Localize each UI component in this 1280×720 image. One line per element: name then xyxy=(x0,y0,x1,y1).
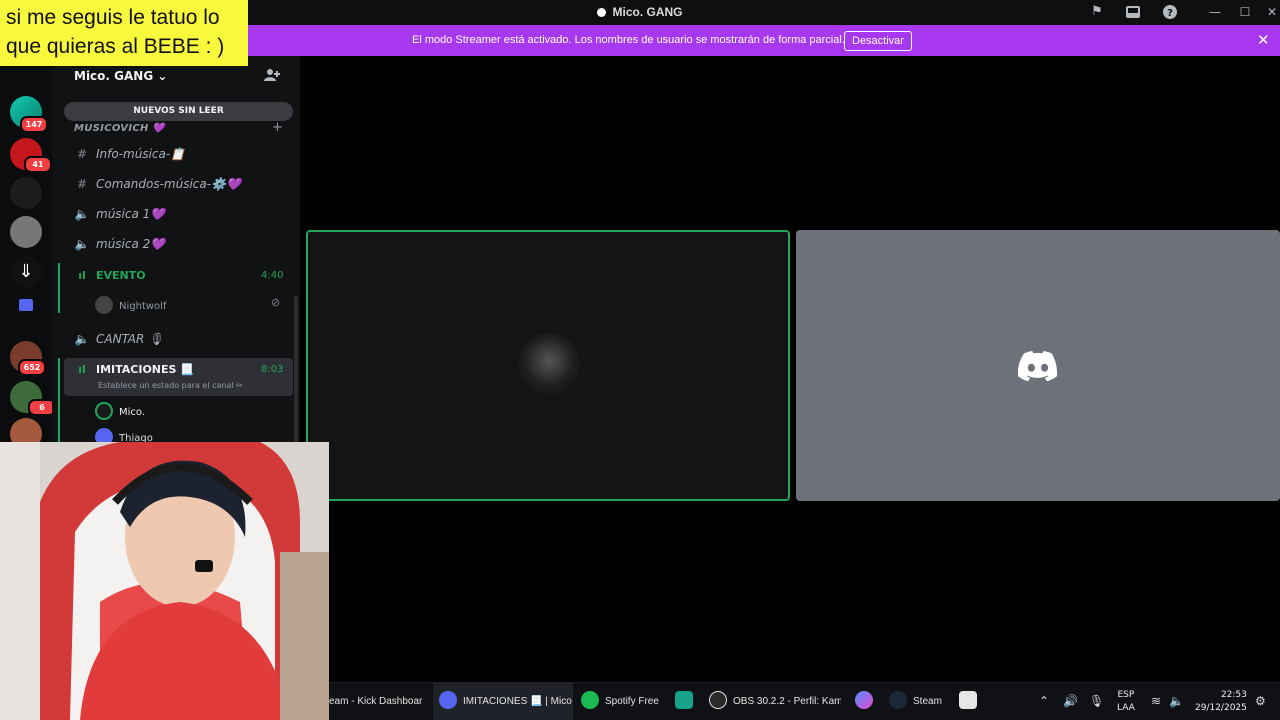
voice-timer: 8:03 xyxy=(261,364,284,375)
taskbar-app-generic[interactable] xyxy=(675,683,699,720)
language-indicator[interactable]: ESP LAA xyxy=(1117,689,1135,715)
voice-timer: 4:40 xyxy=(261,270,284,281)
speaker-icon: 🔈 xyxy=(74,237,90,251)
voice-active-icon: ıl xyxy=(78,363,86,376)
add-channel-icon[interactable]: + xyxy=(272,120,283,135)
channel-sidebar: Mico. GANG ⌄ NUEVOS SIN LEER MUSICOVICH … xyxy=(52,56,300,442)
voice-user-mico[interactable]: Mico. xyxy=(95,402,145,420)
flag-icon[interactable]: ⚑ xyxy=(1089,4,1105,20)
taskbar-app-obs[interactable]: OBS 30.2.2 - Perfil: Kam xyxy=(709,683,841,720)
microphone-icon[interactable]: 🎙 xyxy=(1089,694,1104,708)
steam-icon xyxy=(889,691,907,709)
channel-info-musica[interactable]: # Info-música-📋 xyxy=(74,147,185,169)
notification-icon[interactable]: ⚙ xyxy=(1255,694,1266,708)
channel-evento[interactable]: ıl EVENTO xyxy=(74,269,145,291)
taskbar-app-copilot[interactable] xyxy=(855,683,879,720)
chevron-down-icon: ⌄ xyxy=(157,69,168,83)
voice-user-thiago[interactable]: Thiago xyxy=(95,428,153,442)
voice-connector-line xyxy=(58,358,60,442)
chevron-up-icon[interactable]: ⌃ xyxy=(1039,694,1049,708)
spotify-icon xyxy=(581,691,599,709)
video-tile-thiago[interactable] xyxy=(796,230,1280,501)
server-icon xyxy=(597,8,607,17)
discord-logo-icon xyxy=(1018,351,1058,381)
overlay-line-2: que quieras al BEBE : ) xyxy=(6,35,225,58)
hash-icon: # xyxy=(76,177,88,191)
category-musicovich[interactable]: MUSICOVICH 💜 xyxy=(74,123,165,134)
maximize-icon[interactable]: ☐ xyxy=(1235,3,1255,21)
taskbar-app-capcut[interactable] xyxy=(959,683,983,720)
volume-icon[interactable]: 🔊 xyxy=(1063,694,1078,708)
hash-icon: # xyxy=(76,147,88,161)
obs-icon xyxy=(709,691,727,709)
taskbar-app-kick[interactable]: eam - Kick Dashboar xyxy=(329,683,425,720)
channel-cantar[interactable]: 🔈 CANTAR 🎙 xyxy=(74,332,164,354)
stream-overlay-text: si me seguis le tatuo lo que quieras al … xyxy=(0,0,248,66)
close-icon[interactable]: ✕ xyxy=(1257,31,1270,49)
avatar xyxy=(518,333,580,395)
avatar xyxy=(95,428,113,442)
speaker-icon: 🔈 xyxy=(74,207,90,221)
voice-active-icon: ıl xyxy=(78,269,86,282)
channel-musica-1[interactable]: 🔈 música 1💜 xyxy=(74,207,166,229)
muted-icon: ⊘ xyxy=(271,296,281,309)
add-user-icon[interactable] xyxy=(264,68,280,86)
close-window-icon[interactable]: ✕ xyxy=(1262,3,1280,21)
avatar xyxy=(95,402,113,420)
webcam-image xyxy=(0,442,329,720)
badge-count: 652 xyxy=(18,359,46,376)
server-name-header[interactable]: Mico. GANG ⌄ xyxy=(74,69,167,83)
streamer-mode-message: El modo Streamer está activado. Los nomb… xyxy=(412,34,845,46)
svg-text:?: ? xyxy=(1167,8,1173,19)
folder-icon[interactable] xyxy=(19,299,33,311)
voice-connector-line xyxy=(58,263,60,313)
badge-count: 41 xyxy=(24,156,52,173)
taskbar-app-spotify[interactable]: Spotify Free xyxy=(581,683,659,720)
webcam-feed xyxy=(0,442,329,720)
app-icon xyxy=(675,691,693,709)
sidebar-scrollbar[interactable] xyxy=(294,296,298,442)
discord-icon xyxy=(439,691,457,709)
channel-status-hint[interactable]: Establece un estado para el canal ✏ xyxy=(98,381,243,390)
server-icon-3[interactable] xyxy=(10,177,42,209)
channel-musica-2[interactable]: 🔈 música 2💜 xyxy=(74,237,166,259)
system-clock[interactable]: 22:53 29/12/2025 xyxy=(1195,689,1247,715)
speaker-icon: 🔈 xyxy=(74,332,90,346)
taskbar-app-steam[interactable]: Steam xyxy=(889,683,942,720)
wifi-icon[interactable]: ≋ xyxy=(1151,694,1161,708)
capcut-icon xyxy=(959,691,977,709)
download-icon[interactable]: ⇓ xyxy=(10,256,42,288)
copilot-icon xyxy=(855,691,873,709)
taskbar-app-discord[interactable]: IMITACIONES 📃 | Mico xyxy=(433,683,573,720)
avatar xyxy=(95,296,113,314)
voice-user-nightwolf[interactable]: Nightwolf xyxy=(95,296,166,314)
inbox-icon[interactable] xyxy=(1125,4,1141,20)
new-unread-pill[interactable]: NUEVOS SIN LEER xyxy=(64,102,293,121)
channel-comandos-musica[interactable]: # Comandos-música-⚙️💜 xyxy=(74,177,241,199)
server-icon-4[interactable] xyxy=(10,216,42,248)
deactivate-button[interactable]: Desactivar xyxy=(844,31,912,51)
speaker-icon[interactable]: 🔈 xyxy=(1169,694,1184,708)
windows-taskbar: eam - Kick Dashboar IMITACIONES 📃 | Mico… xyxy=(329,682,1280,720)
video-tile-mico[interactable] xyxy=(306,230,790,501)
minimize-icon[interactable]: — xyxy=(1205,3,1225,21)
badge-count: 147 xyxy=(20,116,48,133)
help-icon[interactable]: ? xyxy=(1162,4,1178,20)
server-rail: 147 41 ⇓ 652 6 xyxy=(0,56,56,450)
overlay-line-1: si me seguis le tatuo lo xyxy=(6,6,220,29)
